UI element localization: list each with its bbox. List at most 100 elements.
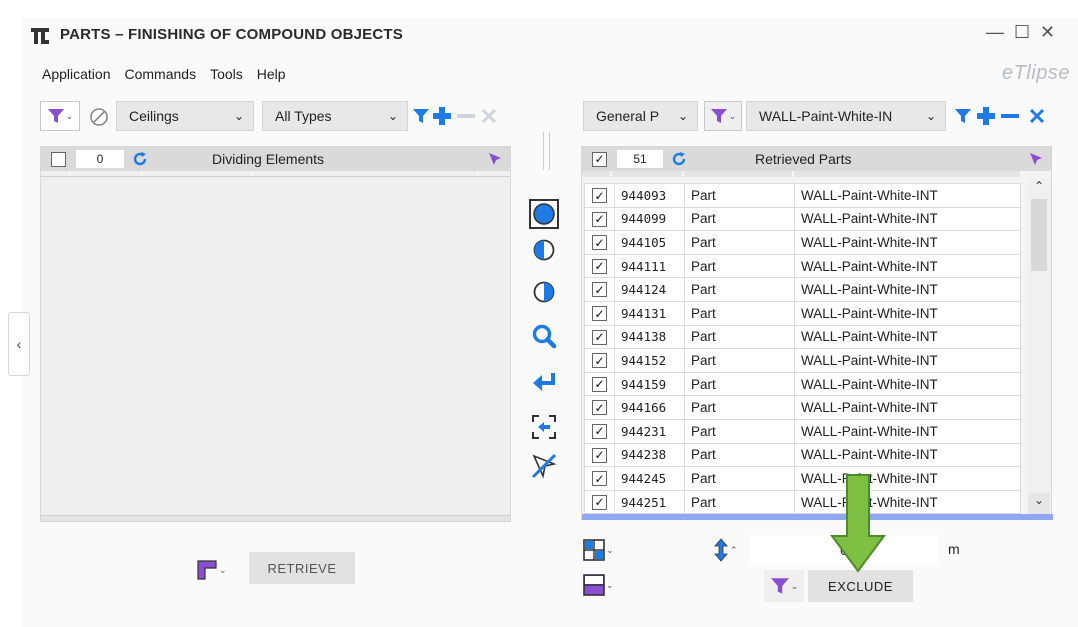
table-row[interactable]: ✓ 944166 Part WALL-Paint-White-INT: [584, 395, 1021, 420]
row-checkbox[interactable]: ✓: [592, 329, 607, 345]
remove-icon[interactable]: [1000, 106, 1020, 126]
table-row[interactable]: ✓ 944131 Part WALL-Paint-White-INT: [584, 300, 1021, 326]
row-checkbox-cell[interactable]: ✓: [584, 183, 615, 208]
table-row[interactable]: ✓ 944152 Part WALL-Paint-White-INT: [584, 348, 1021, 373]
row-type: Part: [684, 466, 795, 491]
row-checkbox-cell[interactable]: ✓: [584, 466, 615, 491]
circle-half-left-icon[interactable]: [533, 239, 555, 261]
select-cursor-icon[interactable]: [1028, 151, 1044, 167]
table-row[interactable]: ✓ 944138 Part WALL-Paint-White-INT: [584, 324, 1021, 350]
row-checkbox-cell[interactable]: ✓: [584, 206, 615, 232]
row-type: Part: [684, 230, 795, 255]
table-row[interactable]: ✓ 944159 Part WALL-Paint-White-INT: [584, 371, 1021, 397]
vertical-scrollbar[interactable]: ⌃ ⌄: [1028, 179, 1050, 515]
table-row[interactable]: ✓ 944111 Part WALL-Paint-White-INT: [584, 253, 1021, 279]
menu-application[interactable]: Application: [42, 66, 111, 82]
row-id: 944251: [614, 489, 685, 515]
menu-tools[interactable]: Tools: [210, 66, 243, 82]
zoom-icon[interactable]: [531, 323, 557, 349]
dividing-elements-header: 0 Dividing Elements: [41, 147, 510, 171]
row-checkbox[interactable]: ✓: [592, 376, 607, 392]
row-layout-button[interactable]: ⌄: [583, 572, 623, 598]
filter-add-icon[interactable]: [412, 107, 430, 125]
add-icon[interactable]: [976, 106, 996, 126]
row-checkbox[interactable]: ✓: [592, 471, 607, 487]
table-row[interactable]: ✓ 944251PartWALL-Paint-White-INT: [584, 489, 1021, 515]
clear-icon[interactable]: [1028, 107, 1046, 125]
remove-icon[interactable]: [456, 106, 476, 126]
exclude-button[interactable]: EXCLUDE: [808, 570, 913, 602]
close-button[interactable]: ✕: [1040, 22, 1055, 43]
row-checkbox[interactable]: ✓: [592, 188, 607, 204]
retrieve-button[interactable]: RETRIEVE: [249, 552, 355, 584]
select-box-icon[interactable]: [531, 414, 557, 440]
row-id: 944231: [614, 418, 685, 444]
table-row[interactable]: ✓ 944105 Part WALL-Paint-White-INT: [584, 230, 1021, 255]
add-icon[interactable]: [432, 106, 452, 126]
full-selection-button[interactable]: [529, 199, 559, 229]
row-checkbox[interactable]: ✓: [592, 306, 607, 322]
retrieve-mode-button[interactable]: ⌄: [196, 557, 234, 583]
parts-table-viewport: ✓ 944093 Part WALL-Paint-White-INT ✓ 944099 Pa…: [584, 183, 1022, 515]
row-type: Part: [684, 206, 795, 232]
row-checkbox[interactable]: ✓: [592, 447, 607, 463]
value-filter-mode-button[interactable]: ⌄: [704, 101, 742, 131]
table-row[interactable]: ✓ 944231 Part WALL-Paint-White-INT: [584, 418, 1021, 444]
filter-mode-button[interactable]: ⌄: [40, 101, 80, 131]
row-type: Part: [684, 442, 795, 468]
collapse-side-button[interactable]: ‹: [8, 312, 30, 376]
row-checkbox-cell[interactable]: ✓: [584, 324, 615, 350]
row-checkbox-cell[interactable]: ✓: [584, 230, 615, 255]
clear-icon[interactable]: [480, 107, 498, 125]
maximize-button[interactable]: ☐: [1014, 22, 1030, 43]
types-select[interactable]: All Types ⌄: [262, 101, 408, 131]
row-checkbox-cell[interactable]: ✓: [584, 277, 615, 302]
row-checkbox[interactable]: ✓: [592, 235, 607, 251]
menu-commands[interactable]: Commands: [125, 66, 197, 82]
table-row[interactable]: ✓ 944093 Part WALL-Paint-White-INT: [584, 183, 1021, 208]
row-checkbox-cell[interactable]: ✓: [584, 418, 615, 444]
row-checkbox[interactable]: ✓: [592, 400, 607, 416]
select-cursor-icon[interactable]: [487, 151, 503, 167]
row-type: Part: [684, 324, 795, 350]
exclude-filter-button[interactable]: ⌄: [764, 570, 804, 602]
table-row[interactable]: ✓ 944238 Part WALL-Paint-White-INT: [584, 442, 1021, 468]
select-all-checkbox[interactable]: ✓: [592, 151, 607, 167]
horizontal-scrollbar[interactable]: [41, 515, 510, 521]
table-row[interactable]: ✓ 944099 Part WALL-Paint-White-INT: [584, 206, 1021, 232]
row-checkbox-cell[interactable]: ✓: [584, 253, 615, 279]
circle-half-right-icon[interactable]: [533, 281, 555, 303]
table-row[interactable]: ✓ 944245PartWALL-Paint-White-INT: [584, 466, 1021, 491]
row-checkbox-cell[interactable]: ✓: [584, 489, 615, 515]
return-icon[interactable]: [531, 370, 559, 396]
grid-layout-button[interactable]: ⌄: [583, 537, 623, 563]
value-filter-select[interactable]: WALL-Paint-White-IN ⌄: [746, 101, 946, 131]
row-checkbox-cell[interactable]: ✓: [584, 300, 615, 326]
row-checkbox[interactable]: ✓: [592, 211, 607, 227]
category-select[interactable]: Ceilings ⌄: [116, 101, 254, 131]
minimize-button[interactable]: —: [986, 22, 1004, 43]
row-checkbox-cell[interactable]: ✓: [584, 442, 615, 468]
select-all-checkbox[interactable]: [51, 151, 66, 167]
table-row[interactable]: ✓ 944124 Part WALL-Paint-White-INT: [584, 277, 1021, 302]
row-checkbox[interactable]: ✓: [592, 353, 607, 369]
no-filter-icon[interactable]: [88, 106, 110, 128]
scroll-up-icon[interactable]: ⌃: [1028, 179, 1050, 199]
filter-add-icon[interactable]: [954, 107, 972, 125]
refresh-icon[interactable]: [132, 151, 148, 167]
refresh-icon[interactable]: [671, 151, 687, 167]
offset-direction-button[interactable]: ⌃: [713, 537, 749, 563]
row-checkbox-cell[interactable]: ✓: [584, 395, 615, 420]
menu-help[interactable]: Help: [257, 66, 286, 82]
splitter-handle[interactable]: [543, 132, 550, 170]
parameter-select[interactable]: General P ⌄: [583, 101, 698, 131]
row-checkbox[interactable]: ✓: [592, 258, 607, 274]
row-checkbox[interactable]: ✓: [592, 494, 607, 510]
row-checkbox-cell[interactable]: ✓: [584, 348, 615, 373]
row-checkbox-cell[interactable]: ✓: [584, 371, 615, 397]
pick-icon[interactable]: [530, 452, 558, 480]
row-checkbox[interactable]: ✓: [592, 282, 607, 298]
scroll-down-icon[interactable]: ⌄: [1028, 493, 1050, 515]
row-checkbox[interactable]: ✓: [592, 423, 607, 439]
scroll-thumb[interactable]: [1031, 199, 1047, 271]
